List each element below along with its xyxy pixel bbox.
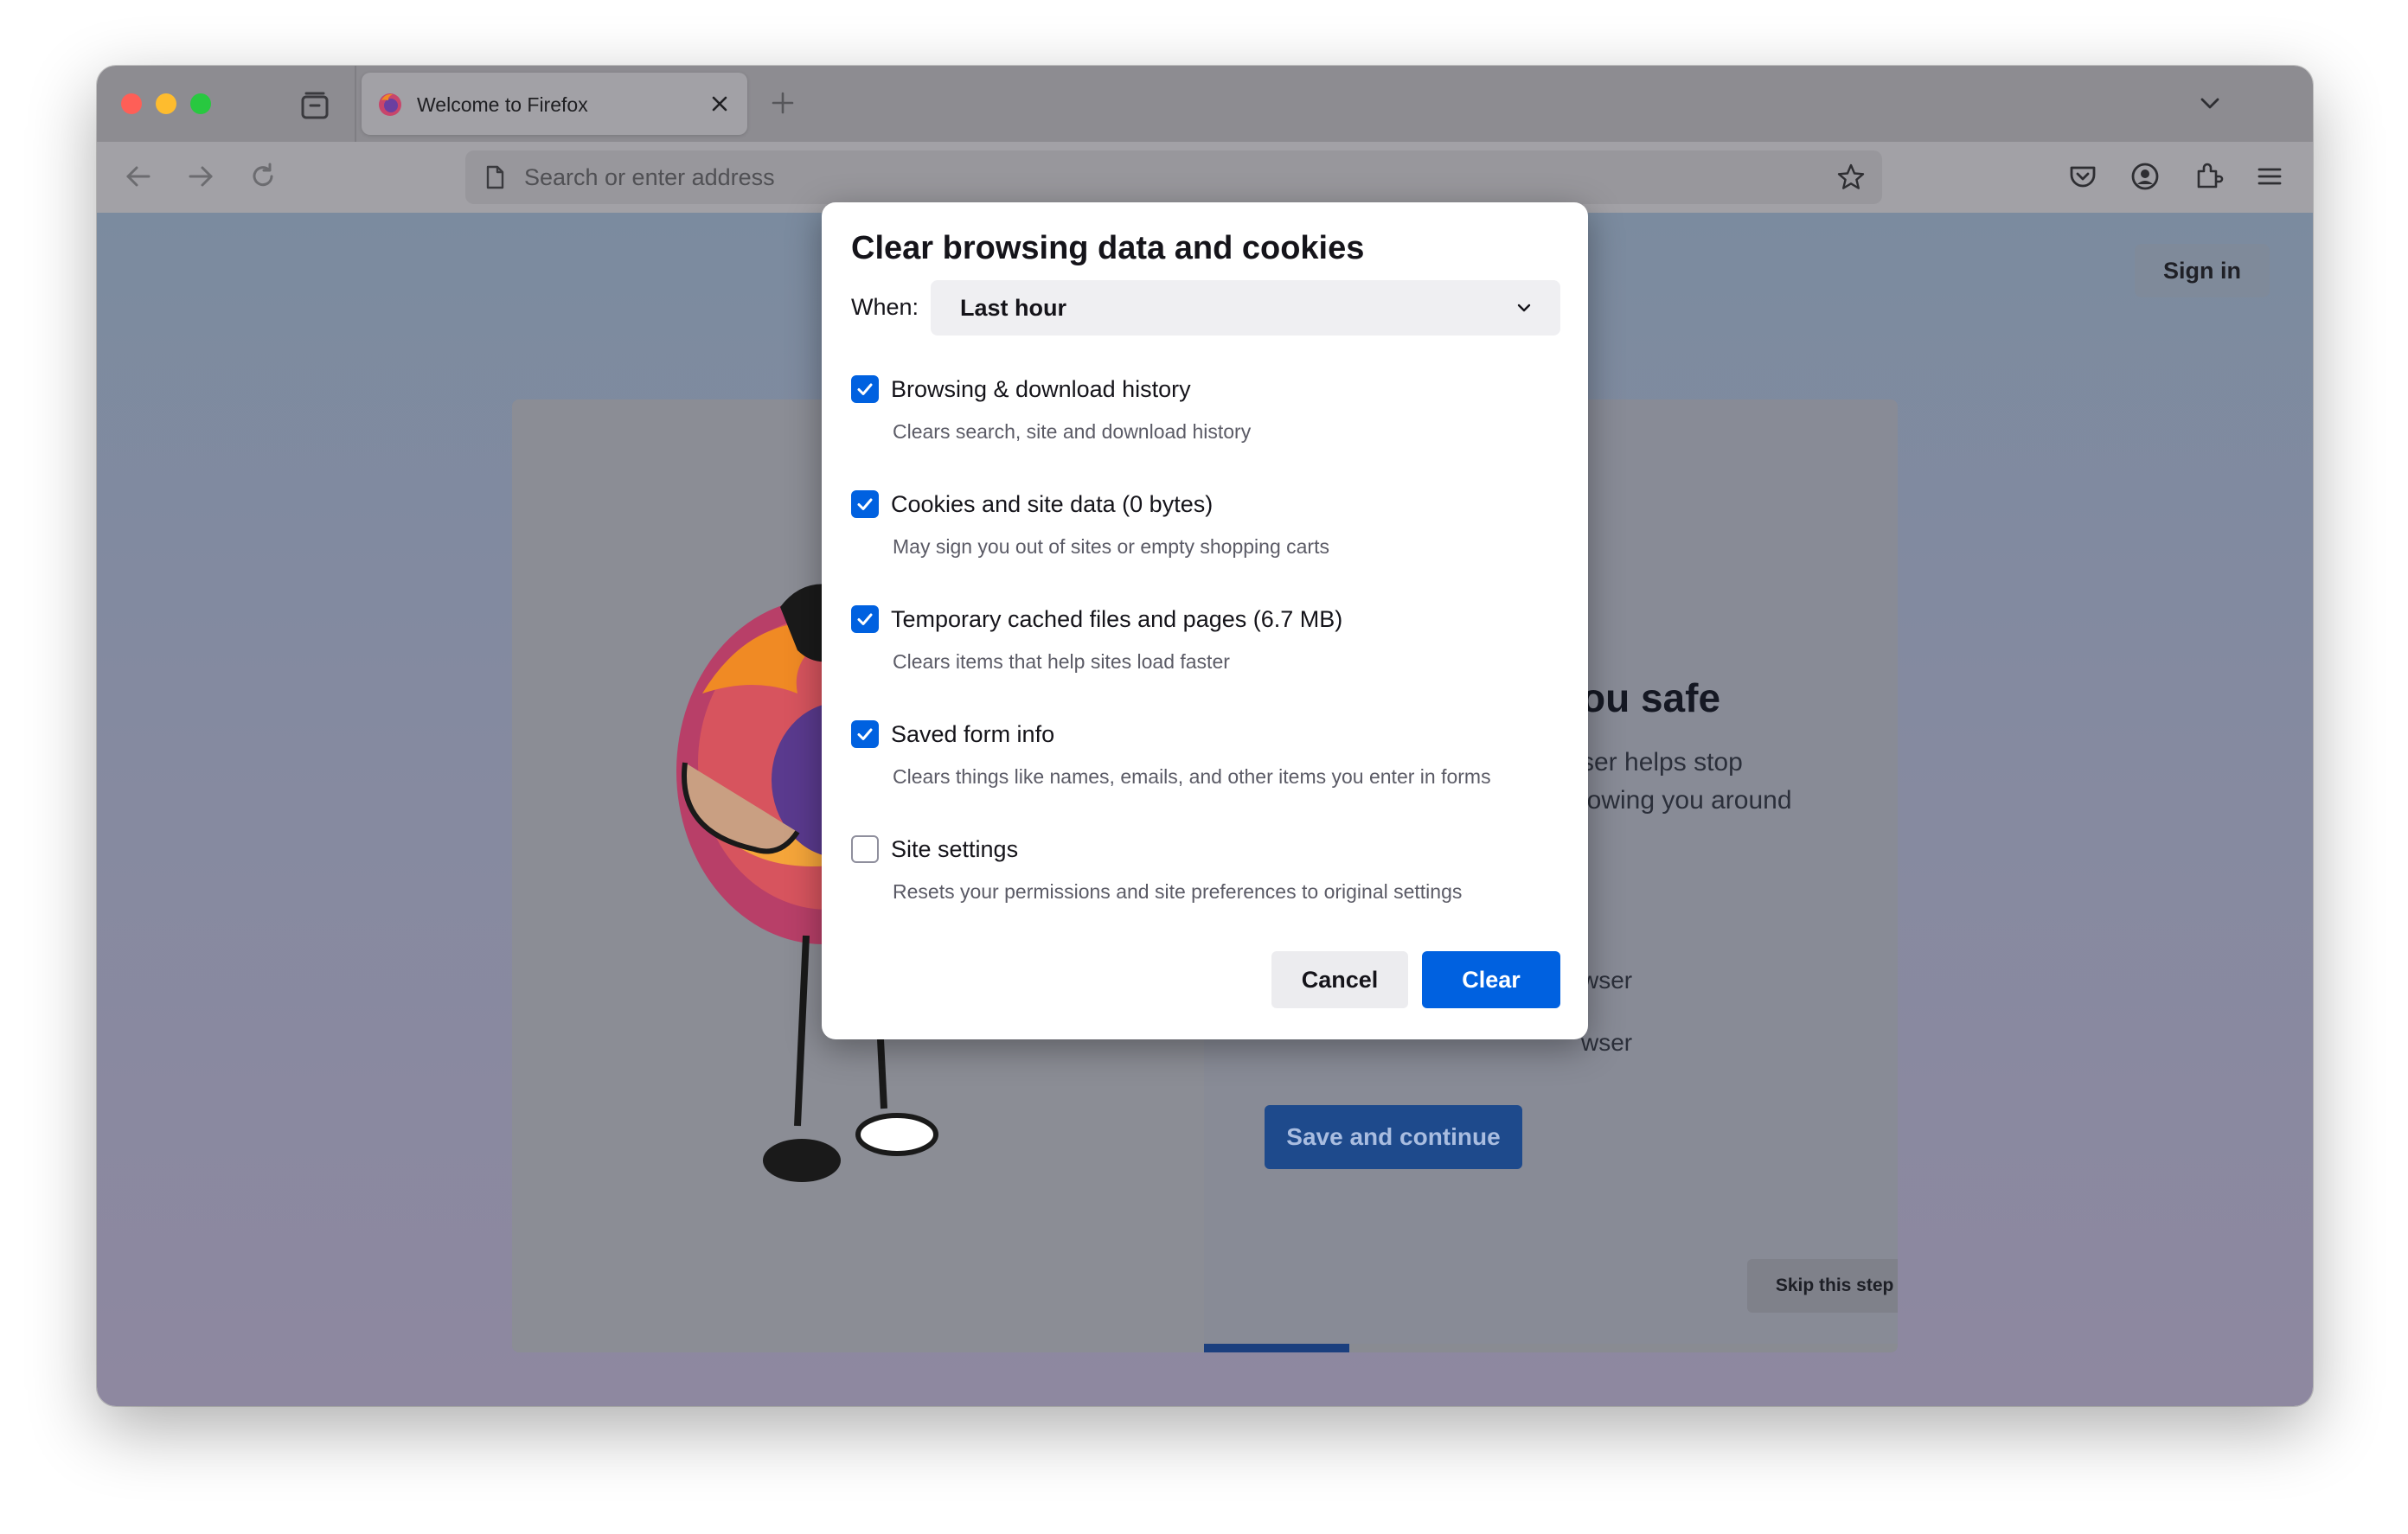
option-description: Clears search, site and download history: [893, 420, 1252, 443]
option-label[interactable]: Browsing & download history: [891, 374, 1191, 405]
tab-title: Welcome to Firefox: [417, 93, 588, 116]
bookmark-star-icon[interactable]: [1835, 162, 1867, 193]
clear-data-dialog: Clear browsing data and cookies When: La…: [822, 202, 1588, 1039]
new-tab-icon[interactable]: [768, 88, 797, 118]
option-label[interactable]: Cookies and site data (0 bytes): [891, 489, 1213, 520]
option-site-settings[interactable]: Site settings Resets your permissions an…: [851, 835, 1560, 922]
option-cache[interactable]: Temporary cached files and pages (6.7 MB…: [851, 605, 1560, 692]
option-label[interactable]: Temporary cached files and pages (6.7 MB…: [891, 604, 1342, 635]
page-icon: [486, 165, 504, 189]
extensions-icon[interactable]: [2190, 159, 2225, 194]
checkmark-icon: [857, 728, 873, 740]
option-form-info[interactable]: Saved form info Clears things like names…: [851, 720, 1560, 807]
option-label[interactable]: Saved form info: [891, 719, 1054, 750]
tab-manager-icon[interactable]: [298, 88, 332, 123]
option-description: Resets your permissions and site prefere…: [893, 880, 1463, 903]
dialog-title: Clear browsing data and cookies: [851, 230, 1365, 266]
card-option-2: wser: [1581, 1029, 1633, 1056]
skip-label: Skip this step: [1775, 1275, 1894, 1295]
cancel-button[interactable]: Cancel: [1271, 951, 1408, 1008]
minimize-window-button[interactable]: [156, 93, 176, 114]
progress-fill: [1204, 1344, 1350, 1352]
checkbox-site-settings[interactable]: [851, 835, 879, 863]
option-description: Clears items that help sites load faster: [893, 650, 1230, 673]
tab-separator: [355, 66, 356, 142]
checkbox-form-info[interactable]: [851, 720, 879, 748]
title-bar: Welcome to Firefox: [97, 66, 2313, 142]
forward-arrow-icon[interactable]: [183, 159, 218, 194]
card-heading: ou safe: [1581, 675, 1721, 720]
checkbox-cookies[interactable]: [851, 490, 879, 518]
zoom-window-button[interactable]: [190, 93, 211, 114]
time-range-value: Last hour: [960, 295, 1067, 321]
pocket-icon[interactable]: [2065, 159, 2100, 194]
close-tab-icon[interactable]: [708, 92, 732, 116]
list-all-tabs-icon[interactable]: [2195, 88, 2225, 118]
chevron-down-icon: [1517, 304, 1531, 312]
clear-button[interactable]: Clear: [1422, 951, 1560, 1008]
time-range-select[interactable]: Last hour: [931, 280, 1560, 336]
card-text-line: ser helps stop: [1581, 748, 1743, 777]
option-label[interactable]: Site settings: [891, 834, 1018, 865]
checkmark-icon: [857, 383, 873, 395]
card-text: ser helps stop lowing you around: [1581, 744, 1792, 820]
card-text-line: lowing you around: [1581, 786, 1792, 815]
back-arrow-icon[interactable]: [121, 159, 156, 194]
account-icon[interactable]: [2128, 159, 2162, 194]
option-description: May sign you out of sites or empty shopp…: [893, 535, 1329, 558]
checkmark-icon: [857, 498, 873, 510]
address-placeholder[interactable]: Search or enter address: [524, 163, 775, 191]
tab-welcome[interactable]: Welcome to Firefox: [362, 73, 747, 135]
option-description: Clears things like names, emails, and ot…: [893, 765, 1491, 788]
address-bar[interactable]: Search or enter address: [465, 150, 1882, 204]
firefox-logo-icon: [379, 93, 401, 116]
checkmark-icon: [857, 613, 873, 625]
menu-icon[interactable]: [2252, 159, 2287, 194]
save-and-continue-button[interactable]: Save and continue: [1265, 1105, 1522, 1169]
checkbox-cache[interactable]: [851, 605, 879, 633]
checkbox-browsing-history[interactable]: [851, 375, 879, 403]
option-cookies[interactable]: Cookies and site data (0 bytes) May sign…: [851, 490, 1560, 577]
close-window-button[interactable]: [121, 93, 142, 114]
sign-in-button[interactable]: Sign in: [2135, 244, 2270, 297]
when-label: When:: [851, 294, 919, 320]
skip-this-step-button[interactable]: Skip this step: [1747, 1259, 1898, 1313]
reload-icon[interactable]: [246, 159, 280, 194]
option-browsing-history[interactable]: Browsing & download history Clears searc…: [851, 375, 1560, 462]
card-option-1: wser: [1581, 967, 1633, 994]
